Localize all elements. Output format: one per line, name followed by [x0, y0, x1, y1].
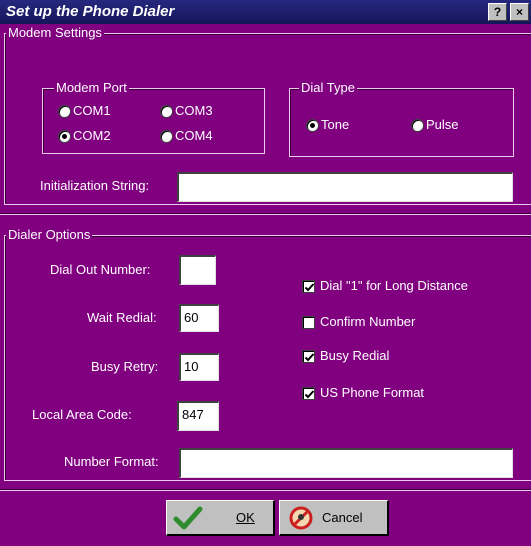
number-format-label: Number Format: [64, 454, 159, 469]
checkbox-us-phone-format[interactable] [302, 387, 315, 400]
dial-out-label: Dial Out Number: [50, 262, 151, 277]
window-title: Set up the Phone Dialer [6, 3, 175, 20]
dial-out-input[interactable] [179, 255, 216, 285]
wait-redial-input[interactable]: 60 [179, 304, 219, 332]
radio-com3-label: COM3 [175, 103, 213, 118]
busy-retry-label: Busy Retry: [91, 359, 159, 374]
busy-retry-input[interactable]: 10 [179, 353, 219, 381]
checkmark-icon [173, 506, 203, 530]
section-divider [0, 213, 531, 215]
radio-com3[interactable] [160, 105, 173, 118]
wait-redial-label: Wait Redial: [87, 310, 157, 325]
checkbox-long-distance[interactable] [302, 280, 315, 293]
cancel-icon [289, 506, 313, 530]
check-mark-icon [304, 390, 315, 399]
checkbox-busy-redial-label: Busy Redial [320, 348, 390, 363]
radio-com2-label: COM2 [73, 128, 111, 143]
number-format-input[interactable] [179, 448, 513, 478]
dialer-options-label: Dialer Options [6, 227, 93, 242]
radio-com4[interactable] [160, 130, 173, 143]
checkbox-us-phone-format-label: US Phone Format [320, 385, 425, 400]
radio-com2[interactable] [58, 130, 71, 143]
modem-port-group [42, 88, 265, 154]
cancel-button-label: Cancel [322, 510, 363, 525]
init-string-input[interactable] [177, 172, 513, 202]
modem-settings-label: Modem Settings [6, 25, 104, 40]
checkbox-confirm-number[interactable] [302, 316, 315, 329]
radio-tone[interactable] [306, 119, 319, 132]
checkbox-long-distance-label: Dial "1" for Long Distance [320, 278, 468, 293]
ok-button-label: OK [236, 510, 255, 525]
radio-com1[interactable] [58, 105, 71, 118]
radio-com4-label: COM4 [175, 128, 213, 143]
dial-type-label: Dial Type [299, 80, 357, 95]
ok-button[interactable]: OK [166, 500, 275, 536]
title-bar[interactable]: Set up the Phone Dialer ? × [0, 0, 531, 24]
local-area-code-input[interactable]: 847 [177, 401, 219, 431]
radio-pulse[interactable] [411, 119, 424, 132]
init-string-label: Initialization String: [40, 178, 150, 193]
radio-pulse-label: Pulse [426, 117, 459, 132]
check-mark-icon [304, 283, 315, 292]
local-area-code-label: Local Area Code: [32, 407, 132, 422]
check-mark-icon [304, 353, 315, 362]
checkbox-busy-redial[interactable] [302, 350, 315, 363]
phone-dialer-dialog: Set up the Phone Dialer ? × Modem Settin… [0, 0, 531, 546]
modem-port-label: Modem Port [54, 80, 129, 95]
radio-tone-label: Tone [321, 117, 350, 132]
cancel-button[interactable]: Cancel [279, 500, 389, 536]
checkbox-confirm-number-label: Confirm Number [320, 314, 416, 329]
help-button[interactable]: ? [488, 3, 507, 21]
radio-com1-label: COM1 [73, 103, 111, 118]
button-divider [0, 489, 531, 491]
close-button[interactable]: × [510, 3, 529, 21]
